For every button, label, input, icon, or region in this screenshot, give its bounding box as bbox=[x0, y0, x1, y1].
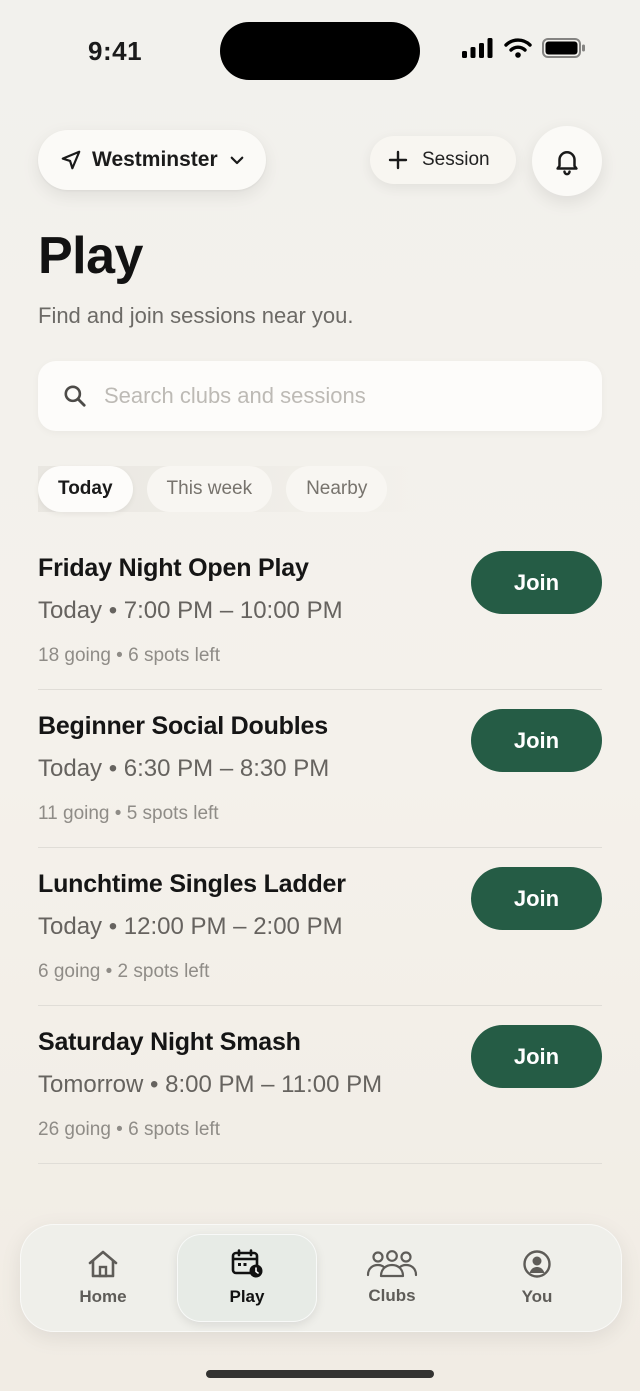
session-row[interactable]: Saturday Night Smash Tomorrow • 8:00 PM … bbox=[38, 1006, 602, 1164]
join-button[interactable]: Join bbox=[471, 1025, 602, 1088]
session-list: Friday Night Open Play Today • 7:00 PM –… bbox=[38, 532, 602, 1164]
session-attendance: 6 going • 2 spots left bbox=[38, 961, 210, 982]
join-button[interactable]: Join bbox=[471, 551, 602, 614]
session-row[interactable]: Beginner Social Doubles Today • 6:30 PM … bbox=[38, 690, 602, 848]
search-input[interactable] bbox=[104, 383, 544, 409]
session-attendance: 18 going • 6 spots left bbox=[38, 645, 220, 666]
session-row[interactable]: Friday Night Open Play Today • 7:00 PM –… bbox=[38, 532, 602, 690]
tab-play-label: Play bbox=[229, 1287, 265, 1306]
status-time: 9:41 bbox=[88, 36, 143, 66]
notifications-button[interactable] bbox=[532, 126, 602, 196]
people-icon bbox=[366, 1250, 418, 1278]
location-selector[interactable]: Westminster bbox=[38, 130, 266, 190]
session-time: Today • 6:30 PM – 8:30 PM bbox=[38, 755, 330, 782]
tab-you[interactable]: You bbox=[467, 1234, 607, 1322]
dynamic-island bbox=[220, 22, 420, 80]
home-icon bbox=[88, 1250, 118, 1278]
tab-clubs[interactable]: Clubs bbox=[322, 1234, 462, 1322]
wifi-icon bbox=[504, 38, 532, 58]
session-title: Lunchtime Singles Ladder bbox=[38, 870, 346, 898]
join-button[interactable]: Join bbox=[471, 867, 602, 930]
filter-chip-today[interactable]: Today bbox=[38, 466, 133, 512]
chevron-down-icon bbox=[230, 156, 244, 165]
join-button[interactable]: Join bbox=[471, 709, 602, 772]
session-title: Saturday Night Smash bbox=[38, 1028, 301, 1056]
home-indicator bbox=[206, 1370, 434, 1378]
tab-home-label: Home bbox=[79, 1287, 127, 1306]
session-title: Friday Night Open Play bbox=[38, 554, 309, 582]
add-session-label: Session bbox=[422, 149, 490, 170]
filter-chip-this-week[interactable]: This week bbox=[146, 466, 273, 512]
tab-clubs-label: Clubs bbox=[368, 1286, 416, 1305]
battery-icon bbox=[542, 38, 585, 58]
session-attendance: 11 going • 5 spots left bbox=[38, 803, 219, 824]
calendar-icon bbox=[231, 1249, 263, 1278]
session-time: Tomorrow • 8:00 PM – 11:00 PM bbox=[38, 1071, 383, 1098]
location-label: Westminster bbox=[92, 148, 218, 171]
add-session-button[interactable]: Session bbox=[370, 136, 516, 184]
session-time: Today • 12:00 PM – 2:00 PM bbox=[38, 913, 343, 940]
status-icons bbox=[462, 38, 586, 58]
session-attendance: 26 going • 6 spots left bbox=[38, 1119, 220, 1140]
tab-home[interactable]: Home bbox=[33, 1234, 173, 1322]
location-arrow-icon bbox=[61, 150, 81, 170]
session-row[interactable]: Lunchtime Singles Ladder Today • 12:00 P… bbox=[38, 848, 602, 1006]
session-time: Today • 7:00 PM – 10:00 PM bbox=[38, 597, 343, 624]
search-icon bbox=[64, 385, 86, 407]
filter-chip-nearby[interactable]: Nearby bbox=[286, 466, 388, 512]
plus-icon bbox=[388, 150, 408, 170]
page-subtitle: Find and join sessions near you. bbox=[38, 303, 354, 328]
filter-chips: Today This week Nearby bbox=[38, 466, 418, 512]
signal-icon bbox=[462, 38, 493, 58]
tab-you-label: You bbox=[521, 1287, 553, 1306]
tab-bar: Home Play Clubs You bbox=[20, 1224, 622, 1332]
profile-icon bbox=[523, 1250, 551, 1278]
play-screen: 9:41 Westminster Session Play Find and j… bbox=[0, 0, 640, 1391]
bell-icon bbox=[556, 151, 578, 176]
session-title: Beginner Social Doubles bbox=[38, 712, 328, 740]
page-title: Play bbox=[38, 227, 143, 285]
search-bar[interactable] bbox=[38, 361, 602, 431]
tab-play[interactable]: Play bbox=[177, 1234, 317, 1322]
